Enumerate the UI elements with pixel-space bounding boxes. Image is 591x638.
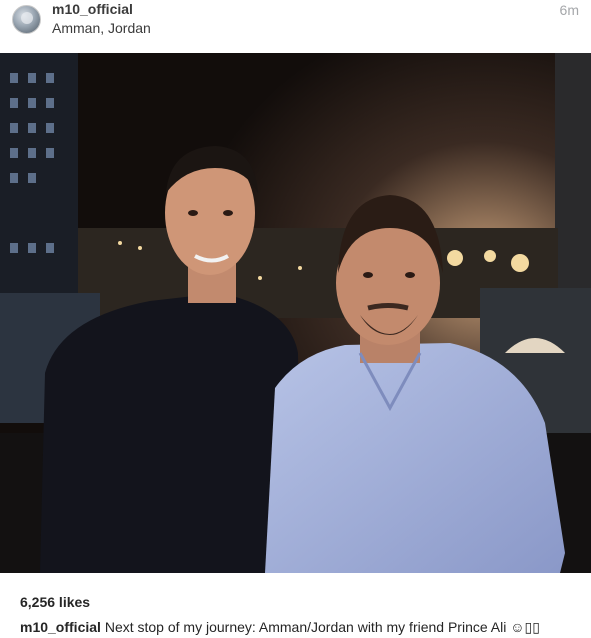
post-timestamp: 6m	[559, 2, 579, 18]
post-photo[interactable]	[0, 53, 591, 573]
photo-illustration	[0, 53, 591, 573]
location-link[interactable]: Amman, Jordan	[52, 20, 151, 36]
post-header: m10_official Amman, Jordan 6m	[0, 0, 591, 52]
username-link[interactable]: m10_official	[52, 1, 133, 17]
caption-username-link[interactable]: m10_official	[20, 619, 101, 635]
avatar[interactable]	[12, 5, 41, 34]
caption-text: Next stop of my journey: Amman/Jordan wi…	[100, 619, 540, 635]
post-caption: m10_official Next stop of my journey: Am…	[20, 619, 540, 636]
likes-count[interactable]: 6,256 likes	[20, 594, 90, 610]
post-footer: 6,256 likes m10_official Next stop of my…	[0, 573, 591, 638]
